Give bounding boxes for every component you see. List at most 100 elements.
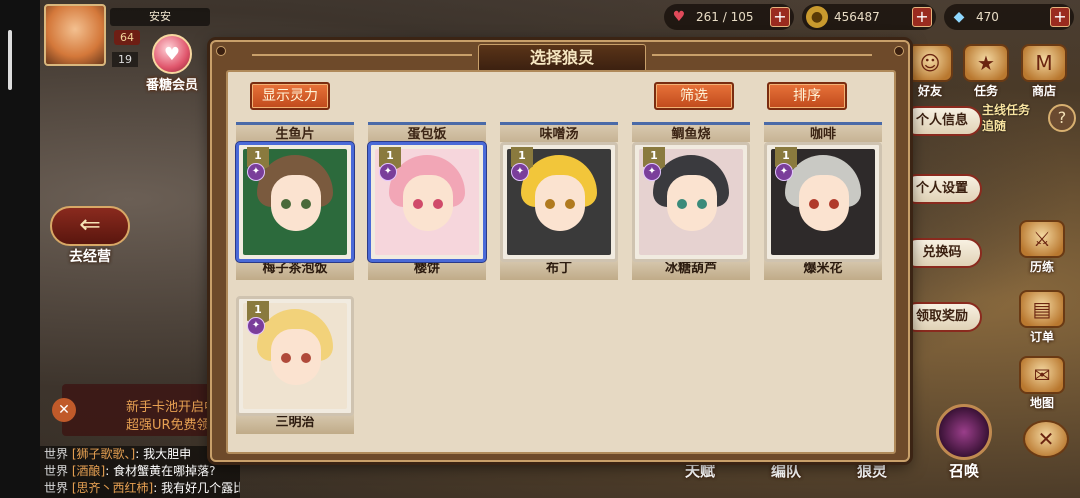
main-mission-tracker[interactable]: 主线任务 追随 [982,102,1042,134]
character-eye [301,199,311,209]
vip-button[interactable]: ♥ 番糖会员 [140,34,204,94]
extra-button[interactable]: ✕ [1016,420,1076,458]
character-eye [281,353,291,363]
talent-button[interactable]: 天赋 [670,460,730,481]
card-portrait-frame: 1 ✦ [500,142,618,262]
training-label: 历练 [1029,260,1054,274]
card-portrait-frame: 1 ✦ [368,142,486,262]
redeem-code-button[interactable]: 兑换码 [902,238,982,268]
player-name: 安安 [110,8,210,26]
shop-label: 商店 [1031,84,1056,98]
missions-label: 任务 [973,84,998,98]
add-gold-button[interactable]: + [912,7,932,27]
spirit-card[interactable]: 蛋包饭 1 ✦ 樱饼 [368,122,486,280]
summon-label: 召唤 [948,462,979,480]
spirit-button[interactable]: 狼灵 [842,460,902,481]
gold-value: 456487 [834,10,880,24]
add-gems-button[interactable]: + [1050,7,1070,27]
stamina-counter: ♥ 261 / 105 + [664,4,794,30]
character-face [535,175,585,231]
training-button[interactable]: ⚔ 历练 [1012,220,1072,275]
team-button[interactable]: 编队 [756,460,816,481]
star-icon: ★ [963,44,1009,82]
filter-button[interactable]: 筛选 [654,82,734,110]
chat-line: 世界 [思齐丶西红柿]: 我有好几个露比 [44,481,240,495]
close-icon[interactable]: ✕ [52,398,76,422]
character-eye [301,353,311,363]
add-stamina-button[interactable]: + [770,7,790,27]
spirit-card[interactable]: 1 ✦ 三明治 [236,296,354,434]
orders-label: 订单 [1029,330,1054,344]
claim-reward-button[interactable]: 领取奖励 [902,302,982,332]
vip-label: 番糖会员 [145,78,198,93]
map-button[interactable]: ✉ 地图 [1012,356,1072,411]
candy-icon: ♥ [152,34,192,74]
help-button[interactable]: ? [1048,104,1076,132]
summon-crystal-icon [936,404,992,460]
element-icon: ✦ [247,163,265,181]
swords-icon: ⚔ [1019,220,1065,258]
shop-button[interactable]: M 商店 [1014,44,1074,99]
stamina-value: 261 / 105 [696,10,754,24]
element-icon: ✦ [775,163,793,181]
card-top-label: 鲷鱼烧 [632,122,750,142]
element-icon: ✦ [511,163,529,181]
player-sub-level: 19 [112,52,138,67]
chat-line: 世界 [酒酿]: 食材蟹黄在哪掉落? [44,464,216,478]
go-manage-button[interactable]: ⇐ 去经营 [48,206,132,270]
character-face [271,175,321,231]
spirit-card[interactable]: 生鱼片 1 ✦ 梅子茶泡饭 [236,122,354,280]
summon-button[interactable]: 召唤 [934,404,994,481]
card-portrait-frame: 1 ✦ [236,296,354,416]
card-top-label: 生鱼片 [236,122,354,142]
character-eye [433,199,443,209]
clipboard-icon: ▤ [1019,290,1065,328]
go-manage-label: 去经营 [69,249,111,265]
element-icon: ✦ [247,317,265,335]
card-top-label: 蛋包饭 [368,122,486,142]
element-icon: ✦ [643,163,661,181]
character-face [271,329,321,385]
newbie-line-1: 新手卡池开启中 [126,400,218,415]
map-icon: ✉ [1019,356,1065,394]
spirit-card[interactable]: 咖啡 1 ✦ 爆米花 [764,122,882,280]
spirit-card[interactable]: 味噌汤 1 ✦ 布丁 [500,122,618,280]
character-face [799,175,849,231]
title-ornament [652,48,872,62]
coin-icon: ● [806,6,828,28]
corner-nail [894,46,904,56]
corner-nail [216,46,226,56]
element-icon: ✦ [379,163,397,181]
mission-track-sub: 追随 [982,119,1007,133]
gesture-handle[interactable] [8,30,12,90]
player-avatar[interactable] [44,4,106,66]
gold-counter: ● 456487 + [802,4,936,30]
player-level-badge: 64 [114,30,140,45]
card-top-label: 咖啡 [764,122,882,142]
profile-button[interactable]: 个人信息 [902,106,982,136]
character-eye [697,199,707,209]
map-label: 地图 [1029,396,1054,410]
character-eye [281,199,291,209]
show-power-button[interactable]: 显示灵力 [250,82,330,110]
character-eye [677,199,687,209]
card-portrait-frame: 1 ✦ [632,142,750,262]
crystal-icon: ◆ [953,9,965,25]
missions-button[interactable]: ★ 任务 [956,44,1016,99]
sort-button[interactable]: 排序 [767,82,847,110]
spirit-card[interactable]: 鲷鱼烧 1 ✦ 冰糖葫芦 [632,122,750,280]
settings-button[interactable]: 个人设置 [902,174,982,204]
character-eye [829,199,839,209]
friends-icon: ☺ [907,44,953,82]
character-face [403,175,453,231]
character-eye [565,199,575,209]
card-portrait-frame: 1 ✦ [764,142,882,262]
heart-icon: ♥ [672,9,686,25]
character-eye [545,199,555,209]
character-eye [413,199,423,209]
dialog-title: 选择狼灵 [529,48,594,67]
gem-value: 470 [976,10,999,24]
title-ornament [252,48,472,62]
shop-icon: M [1021,44,1067,82]
orders-button[interactable]: ▤ 订单 [1012,290,1072,345]
